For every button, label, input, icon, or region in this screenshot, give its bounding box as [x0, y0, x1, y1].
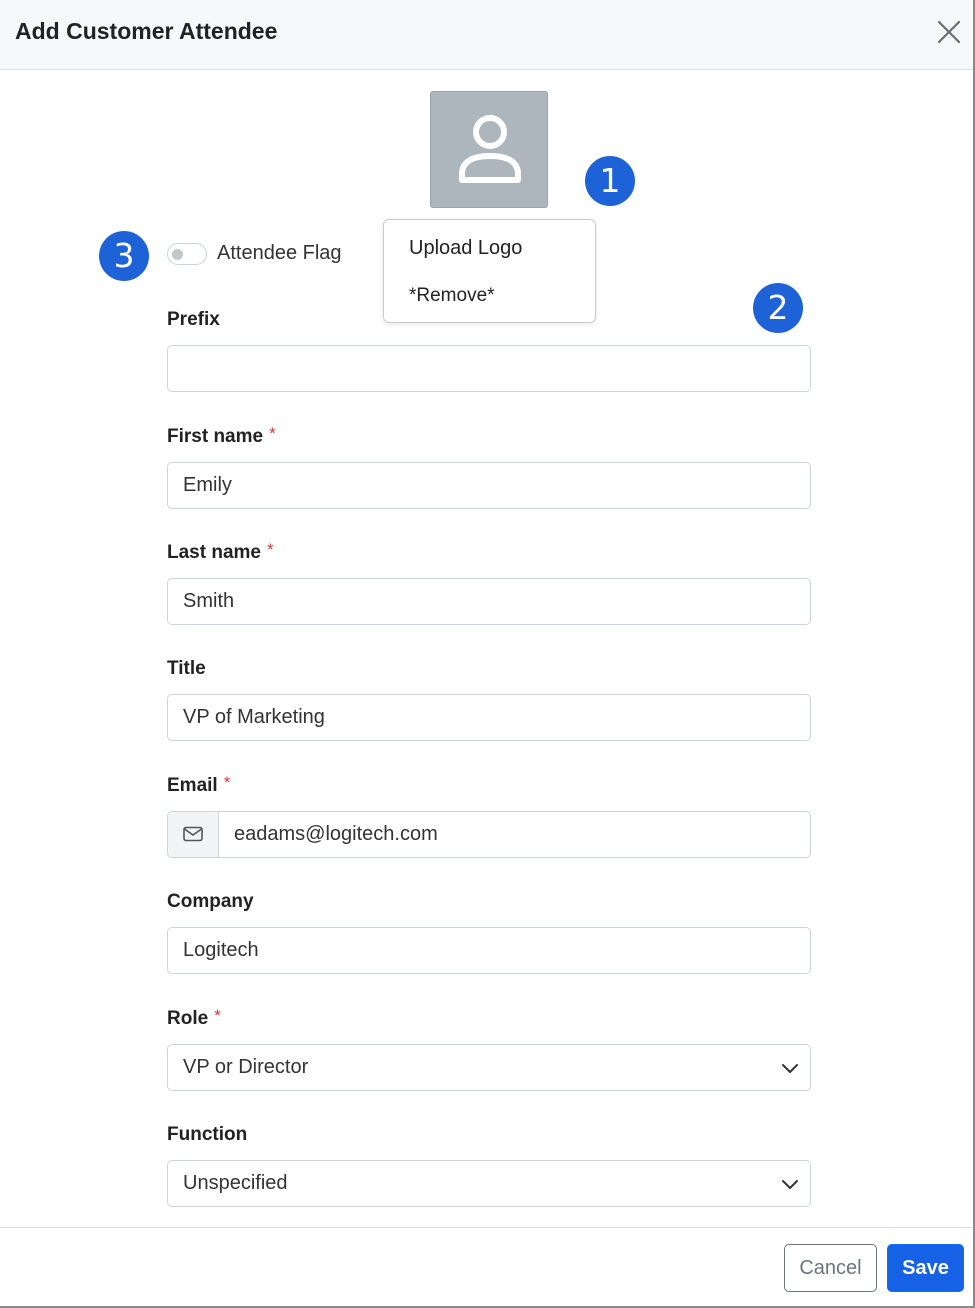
close-icon[interactable]: [934, 17, 964, 47]
attendee-flag-toggle[interactable]: [167, 243, 207, 265]
function-select[interactable]: Unspecified: [167, 1160, 811, 1207]
chevron-down-icon: [782, 1180, 798, 1189]
required-mark: *: [266, 540, 274, 559]
company-field[interactable]: Logitech: [167, 927, 811, 974]
upload-logo-menu-item[interactable]: Upload Logo: [409, 237, 522, 260]
callout-badge-3: 3: [99, 231, 149, 281]
attendee-flag-label: Attendee Flag: [217, 242, 342, 264]
required-mark: *: [214, 1006, 221, 1025]
first-name-value: Emily: [183, 474, 232, 496]
logo-dropdown-menu: Upload Logo *Remove*: [383, 219, 596, 323]
cancel-button[interactable]: Cancel: [784, 1244, 877, 1292]
title-field[interactable]: VP of Marketing: [167, 694, 811, 741]
company-label: Company: [167, 891, 254, 912]
required-mark: *: [223, 773, 231, 792]
envelope-icon: [183, 826, 203, 842]
function-label: Function: [167, 1124, 248, 1145]
email-field[interactable]: eadams@logitech.com: [167, 811, 811, 858]
required-mark: *: [269, 424, 276, 443]
callout-badge-2: 2: [753, 283, 803, 333]
email-addon: [168, 812, 219, 857]
role-label: Role *: [167, 1006, 221, 1029]
title-label: Title: [167, 658, 206, 679]
last-name-label: Last name *: [167, 540, 274, 563]
dialog-title: Add Customer Attendee: [15, 18, 278, 44]
toggle-knob: [172, 249, 183, 260]
title-value: VP of Marketing: [183, 706, 325, 728]
email-label: Email *: [167, 773, 231, 796]
last-name-value: Smith: [183, 590, 235, 612]
role-value: VP or Director: [183, 1056, 309, 1078]
prefix-field[interactable]: [167, 345, 811, 392]
add-customer-attendee-dialog: Add Customer Attendee 1 2 3 Attendee Fla…: [0, 0, 975, 1308]
first-name-label: First name *: [167, 424, 276, 447]
remove-logo-menu-item[interactable]: *Remove*: [409, 285, 495, 307]
last-name-field[interactable]: Smith: [167, 578, 811, 625]
save-button[interactable]: Save: [887, 1244, 964, 1292]
prefix-label: Prefix: [167, 309, 220, 330]
chevron-down-icon: [782, 1064, 798, 1073]
role-select[interactable]: VP or Director: [167, 1044, 811, 1091]
avatar-placeholder[interactable]: [430, 91, 548, 208]
dialog-footer: Cancel Save: [0, 1227, 973, 1306]
callout-badge-1: 1: [585, 156, 635, 206]
first-name-field[interactable]: Emily: [167, 462, 811, 509]
user-icon: [459, 115, 521, 183]
function-value: Unspecified: [183, 1172, 288, 1194]
email-value: eadams@logitech.com: [234, 823, 438, 845]
dialog-header: Add Customer Attendee: [0, 0, 973, 70]
company-value: Logitech: [183, 939, 259, 961]
